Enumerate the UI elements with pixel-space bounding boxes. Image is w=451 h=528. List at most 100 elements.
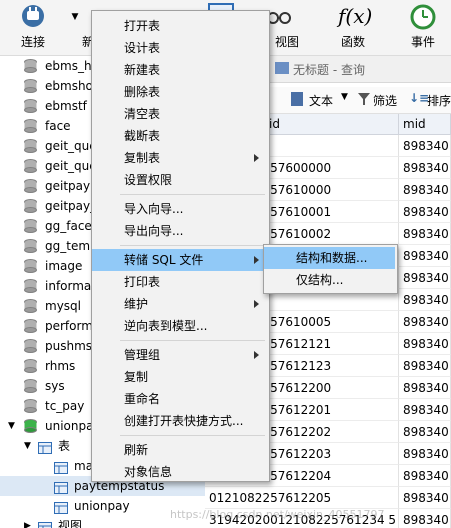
context-menu-item[interactable]: 管理组: [92, 344, 267, 366]
grid-cell-mid[interactable]: 8983401: [399, 223, 451, 245]
tree-item-label: mysql: [45, 299, 81, 313]
chevron-down-icon: ▼: [24, 441, 31, 451]
column-header-label: mid: [403, 117, 426, 131]
grid-cell-mid[interactable]: 8983401: [399, 289, 451, 311]
grid-cell-mid[interactable]: 8983401: [399, 377, 451, 399]
grid-cell-mid[interactable]: 8983401: [399, 487, 451, 509]
context-menu-item-label: 删除表: [124, 85, 161, 99]
grid-cell-mid[interactable]: 8983401: [399, 179, 451, 201]
tree-item-label: perform: [45, 319, 93, 333]
context-menu-item[interactable]: 打印表: [92, 271, 267, 293]
context-menu-item[interactable]: 维护: [92, 293, 267, 315]
chevron-down-icon: ▼: [341, 92, 348, 102]
column-header-mid[interactable]: mid: [399, 114, 451, 135]
grid-cell-mid[interactable]: 8983401: [399, 245, 451, 267]
grid-cell-mid[interactable]: 8983401: [399, 311, 451, 333]
tree-item-label: geit_que: [45, 159, 97, 173]
context-menu-item[interactable]: 创建打开表快捷方式...: [92, 410, 267, 432]
submenu-arrow-icon: [254, 300, 259, 308]
tree-item-label: geitpay_: [45, 199, 97, 213]
clock-icon: [410, 4, 436, 30]
text-view-button[interactable]: 文本: [309, 92, 333, 109]
tree-item-label: ebmsho: [45, 79, 93, 93]
context-menu-item[interactable]: 复制: [92, 366, 267, 388]
context-menu-item[interactable]: 导出向导...: [92, 220, 267, 242]
tree-item-label: unionpa: [45, 419, 94, 433]
sort-button[interactable]: 排序: [427, 92, 451, 109]
grid-cell-id[interactable]: 0121082257612205: [205, 487, 399, 509]
context-menu-item-label: 转储 SQL 文件: [124, 253, 204, 267]
context-menu-item-label: 设计表: [124, 41, 161, 55]
event-button[interactable]: 事件: [398, 0, 448, 55]
event-label: 事件: [410, 35, 435, 49]
new-label: 新: [82, 35, 95, 49]
grid-cell-mid[interactable]: 8983401: [399, 333, 451, 355]
context-menu-item[interactable]: 刷新: [92, 439, 267, 461]
connect-label: 连接: [20, 35, 45, 49]
context-menu-item-label: 新建表: [124, 63, 161, 77]
context-menu-item[interactable]: 设置权限: [92, 169, 267, 191]
context-menu-item[interactable]: 转储 SQL 文件: [92, 249, 267, 271]
grid-cell-mid[interactable]: 8983401: [399, 201, 451, 223]
chevron-right-icon: ▶: [24, 521, 31, 528]
grid-cell-mid[interactable]: 8983401: [399, 157, 451, 179]
view-folder-icon: [38, 520, 52, 528]
context-menu-item-label: 维护: [124, 297, 149, 311]
context-menu-item-label: 复制: [124, 370, 149, 384]
function-button[interactable]: f(x) 函数: [328, 0, 378, 55]
plug-icon: [22, 5, 44, 27]
tree-item-label: face: [45, 119, 71, 133]
tree-item-label: gg_tem: [45, 239, 91, 253]
context-menu-item[interactable]: 复制表: [92, 147, 267, 169]
context-menu-item[interactable]: 重命名: [92, 388, 267, 410]
filter-button[interactable]: 筛选: [373, 92, 397, 109]
context-menu-item-label: 导入向导...: [124, 202, 184, 216]
table-context-menu: 打开表设计表新建表删除表清空表截断表复制表设置权限导入向导... 导出向导... 转…: [91, 10, 270, 482]
connect-button[interactable]: 连接: [8, 0, 58, 55]
context-menu-item[interactable]: 截断表: [92, 125, 267, 147]
structure-only-item[interactable]: 仅结构...: [264, 269, 395, 291]
tree-item-label: gg_face: [45, 219, 92, 233]
context-menu-item[interactable]: 打开表: [92, 15, 267, 37]
expand-chevron-icon[interactable]: ▼: [8, 416, 15, 436]
grid-cell-mid[interactable]: 8983401: [399, 267, 451, 289]
structure-and-data-item[interactable]: 结构和数据...: [264, 247, 395, 269]
grid-cell-mid[interactable]: 8983401: [399, 509, 451, 528]
watermark-text: https://blog.csdn.net/weixin_40551797: [170, 508, 385, 521]
menu-separator: [120, 435, 265, 436]
context-menu-item[interactable]: 逆向表到模型...: [92, 315, 267, 337]
view-label: 视图: [274, 35, 299, 49]
context-menu-item[interactable]: 对象信息: [92, 461, 267, 483]
dump-sql-submenu: 结构和数据... 仅结构...: [263, 244, 398, 294]
grid-cell-mid[interactable]: 8983401: [399, 355, 451, 377]
grid-cell-mid[interactable]: 8983401: [399, 443, 451, 465]
context-menu-item-label: 打印表: [124, 275, 161, 289]
context-menu-item-label: 设置权限: [124, 173, 173, 187]
submenu-item-label: 仅结构...: [296, 273, 344, 287]
tree-item-label: pushms: [45, 339, 93, 353]
menu-separator: [120, 245, 265, 246]
tree-folder-label: 视图: [58, 519, 83, 528]
tree-item-label: image: [45, 259, 83, 273]
grid-cell-mid[interactable]: 8983401: [399, 399, 451, 421]
grid-cell-mid[interactable]: 8983401: [399, 421, 451, 443]
grid-cell-mid[interactable]: 8983401: [399, 465, 451, 487]
chevron-down-icon: ▼: [71, 12, 79, 22]
context-menu-item[interactable]: 新建表: [92, 59, 267, 81]
tree-item-label: tc_pay: [45, 399, 85, 413]
context-menu-item[interactable]: 删除表: [92, 81, 267, 103]
query-tab-title[interactable]: 无标题 - 查询: [293, 61, 365, 78]
submenu-arrow-icon: [254, 154, 259, 162]
new-query-button[interactable]: ▼ 新: [60, 0, 95, 55]
grid-cell-mid[interactable]: 8983401: [399, 135, 451, 157]
tree-item-label: geit_que: [45, 139, 97, 153]
context-menu-item-label: 复制表: [124, 151, 161, 165]
context-menu-item[interactable]: 设计表: [92, 37, 267, 59]
context-menu-item-label: 管理组: [124, 348, 161, 362]
context-menu-item-label: 截断表: [124, 129, 161, 143]
tree-folder-label: 表: [58, 439, 71, 453]
tree-item-label: rhms: [45, 359, 76, 373]
context-menu-item[interactable]: 清空表: [92, 103, 267, 125]
function-label: 函数: [340, 35, 365, 49]
context-menu-item[interactable]: 导入向导...: [92, 198, 267, 220]
